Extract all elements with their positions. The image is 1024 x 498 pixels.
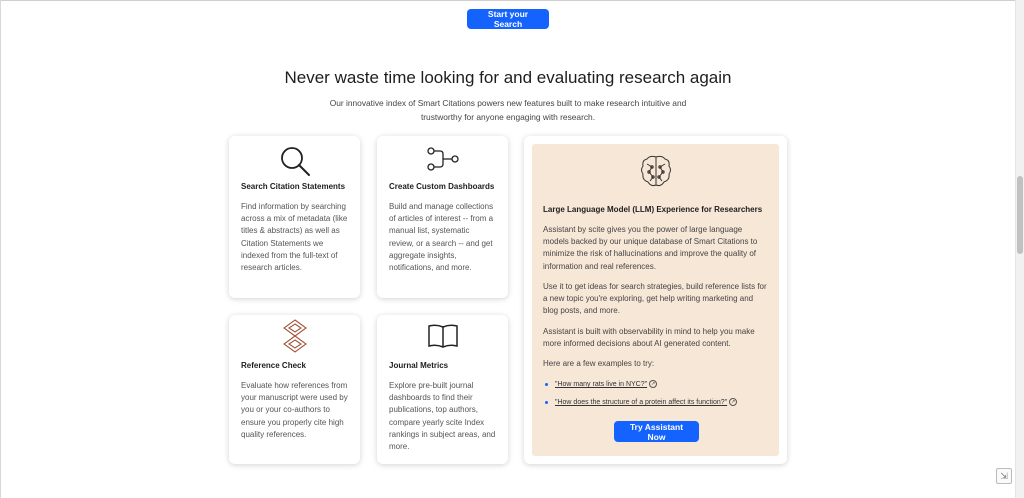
card-body: Explore pre-built journal dashboards to … xyxy=(389,381,496,452)
card-body: Build and manage collections of articles… xyxy=(389,202,494,273)
open-book-icon xyxy=(377,323,508,349)
start-search-button[interactable]: Start your Search xyxy=(467,9,549,29)
example-link-protein[interactable]: "How does the structure of a protein aff… xyxy=(555,399,727,406)
card-title: Create Custom Dashboards xyxy=(389,182,495,191)
magnifier-icon xyxy=(229,144,360,178)
llm-examples-list: "How many rats live in NYC?" ↗ "How does … xyxy=(543,380,738,406)
llm-paragraph-2: Use it to get ideas for search strategie… xyxy=(543,282,767,316)
llm-paragraph-4: Here are a few examples to try: xyxy=(543,359,655,368)
llm-paragraph-1: Assistant by scite gives you the power o… xyxy=(543,225,758,271)
card-body: Find information by searching across a m… xyxy=(241,202,348,273)
try-assistant-button[interactable]: Try Assistant Now xyxy=(614,421,699,442)
external-link-icon: ↗ xyxy=(729,398,738,406)
window-top-border xyxy=(0,0,1024,1)
list-item: "How many rats live in NYC?" ↗ xyxy=(543,380,737,388)
card-title: Journal Metrics xyxy=(389,361,449,370)
workflow-nodes-icon xyxy=(377,146,508,172)
scrollbar-thumb[interactable] xyxy=(1017,176,1023,254)
section-headline: Never waste time looking for and evaluat… xyxy=(284,68,732,87)
feature-card-search: Search Citation Statements Find informat… xyxy=(229,136,360,298)
llm-panel: Large Language Model (LLM) Experience fo… xyxy=(532,144,779,456)
feature-card-llm: Large Language Model (LLM) Experience fo… xyxy=(524,136,787,464)
card-title: Search Citation Statements xyxy=(241,182,346,191)
external-link-icon: ↗ xyxy=(649,380,658,388)
feature-card-journal-metrics: Journal Metrics Explore pre-built journa… xyxy=(377,315,508,464)
card-title: Reference Check xyxy=(241,361,306,370)
scite-logo-icon xyxy=(229,319,360,353)
feature-card-dashboards: Create Custom Dashboards Build and manag… xyxy=(377,136,508,298)
feature-card-reference-check: Reference Check Evaluate how references … xyxy=(229,315,360,464)
resize-corner-icon[interactable]: ⇲ xyxy=(996,468,1012,484)
example-link-rats[interactable]: "How many rats live in NYC?" xyxy=(555,381,647,388)
list-item: "How does the structure of a protein aff… xyxy=(543,398,738,406)
section-subline: Our innovative index of Smart Citations … xyxy=(329,98,687,122)
llm-title: Large Language Model (LLM) Experience fo… xyxy=(543,205,763,214)
card-body: Evaluate how references from your manusc… xyxy=(241,381,348,439)
llm-paragraph-3: Assistant is built with observability in… xyxy=(543,327,755,349)
brain-icon xyxy=(532,154,779,188)
